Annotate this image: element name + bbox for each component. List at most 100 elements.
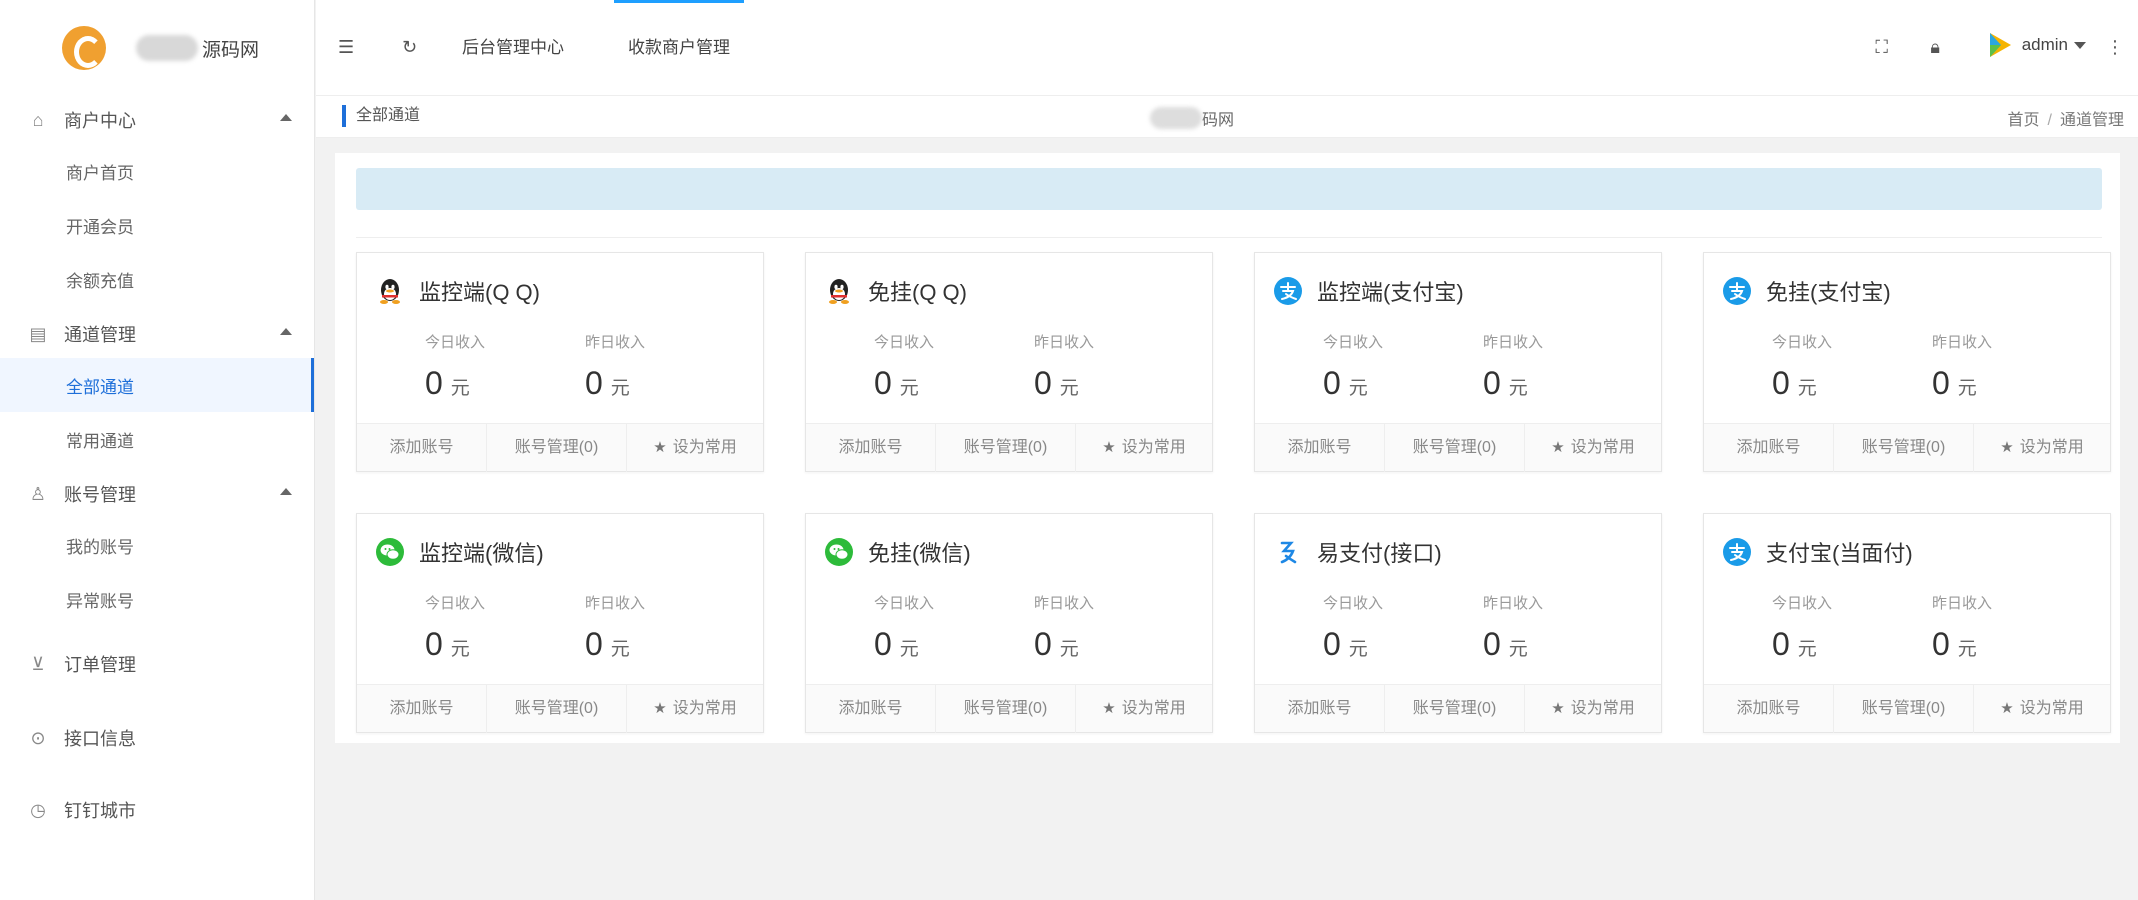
set-favorite-button[interactable]: ★ 设为常用 [627, 424, 763, 472]
card-title: 监控端(支付宝) [1273, 275, 1464, 307]
account-management-button[interactable]: 账号管理(0) [1834, 424, 1974, 472]
set-favorite-button[interactable]: ★ 设为常用 [1525, 424, 1661, 472]
set-favorite-button[interactable]: ★ 设为常用 [1076, 685, 1212, 733]
tab-admin-center[interactable]: 后台管理中心 [462, 0, 564, 96]
menu-item-recharge[interactable]: 余额充值 [0, 252, 314, 306]
channel-card: 监控端(Q Q) 今日收入 昨日收入 0 元 0 元添加账号 账号管理(0) ★ 设为常用 [356, 252, 764, 472]
menu-group-account[interactable]: ♙ 账号管理 [0, 470, 314, 518]
more-icon[interactable]: ⋮ [2106, 32, 2124, 62]
menu-group-channel[interactable]: ▤ 通道管理 [0, 310, 314, 358]
lock-icon[interactable]: 🔒︎ [1930, 32, 1940, 62]
clock-icon: ◷ [30, 800, 46, 820]
card-title-text: 监控端(Q Q) [419, 280, 540, 305]
yesterday-income-value: 0元 [1034, 626, 1079, 662]
card-actions: 添加账号 账号管理(0) ★ 设为常用 [1255, 684, 1661, 733]
chevron-up-icon [280, 488, 292, 495]
menu-group-city[interactable]: ◷ 钉钉城市 [0, 786, 314, 834]
today-income-label: 今日收入 [425, 334, 486, 351]
today-income-value: 0元 [425, 365, 470, 401]
add-account-button[interactable]: 添加账号 [1255, 685, 1385, 733]
set-favorite-button[interactable]: ★ 设为常用 [1974, 424, 2110, 472]
currency-unit: 元 [1797, 378, 1817, 399]
menu-item-all-channels[interactable]: 全部通道 [0, 358, 314, 412]
yesterday-income-value: 0元 [585, 626, 630, 662]
channel-icon: ▤ [29, 324, 47, 344]
channel-card: 支付宝(当面付) 今日收入 昨日收入 0 元 0 元添加账号 账号管理(0) ★ 设为常用 [1703, 513, 2111, 733]
breadcrumb-current: 通道管理 [2059, 112, 2124, 129]
star-icon: ★ [1102, 439, 1116, 456]
user-menu[interactable]: admin [1984, 30, 2086, 60]
qq-icon [824, 276, 854, 306]
menu-item-open-vip[interactable]: 开通会员 [0, 198, 314, 252]
channel-card: 免挂(Q Q) 今日收入 昨日收入 0 元 0 元添加账号 账号管理(0) ★ 设为常用 [805, 252, 1213, 472]
set-favorite-button[interactable]: ★ 设为常用 [627, 685, 763, 733]
yesterday-income-label: 昨日收入 [1034, 334, 1095, 351]
menu-group-orders[interactable]: ⊻ 订单管理 [0, 640, 314, 688]
logo-blurred-name [136, 35, 198, 61]
refresh-icon[interactable]: ↻ [402, 32, 417, 62]
add-account-button[interactable]: 添加账号 [1704, 685, 1834, 733]
account-management-button[interactable]: 账号管理(0) [487, 685, 627, 733]
channel-panel: 监控端(Q Q) 今日收入 昨日收入 0 元 0 元添加账号 账号管理(0) ★ 设为常用 免挂(Q… [335, 153, 2120, 743]
account-management-button[interactable]: 账号管理(0) [1385, 685, 1525, 733]
menu-group-merchant[interactable]: ⌂ 商户中心 [0, 96, 314, 144]
today-income-label: 今日收入 [874, 334, 935, 351]
tab-merchant-management[interactable]: 收款商户管理 [614, 0, 744, 96]
set-favorite-button[interactable]: ★ 设为常用 [1525, 685, 1661, 733]
today-income-label: 今日收入 [1323, 595, 1384, 612]
currency-unit: 元 [610, 378, 630, 399]
set-favorite-button[interactable]: ★ 设为常用 [1076, 424, 1212, 472]
currency-unit: 元 [450, 639, 470, 660]
card-title-text: 监控端(支付宝) [1317, 280, 1464, 305]
add-account-button[interactable]: 添加账号 [806, 685, 936, 733]
today-income-value: 0元 [1323, 365, 1368, 401]
menu-group-api[interactable]: ⊙ 接口信息 [0, 714, 314, 762]
channel-card: 监控端(支付宝) 今日收入 昨日收入 0 元 0 元添加账号 账号管理(0) ★ 设为常用 [1254, 252, 1662, 472]
menu-group-label: 接口信息 [64, 729, 136, 749]
add-account-button[interactable]: 添加账号 [357, 424, 487, 472]
star-icon: ★ [2000, 439, 2014, 456]
menu-item-my-accounts[interactable]: 我的账号 [0, 518, 314, 572]
sidebar: 源码网 ⌂ 商户中心 商户首页 开通会员 余额充值 ▤ 通道管理 全部通道 常用… [0, 0, 315, 900]
breadcrumb-bar: 全部通道 码网 首页 / 通道管理 [316, 96, 2138, 138]
logo[interactable]: 源码网 [0, 0, 314, 96]
currency-unit: 元 [610, 639, 630, 660]
add-account-button[interactable]: 添加账号 [806, 424, 936, 472]
card-title-text: 易支付(接口) [1317, 541, 1442, 566]
page-title: 全部通道 [342, 105, 420, 127]
menu-item-abnormal-accounts[interactable]: 异常账号 [0, 572, 314, 626]
account-management-button[interactable]: 账号管理(0) [1385, 424, 1525, 472]
add-account-button[interactable]: 添加账号 [1704, 424, 1834, 472]
set-favorite-button[interactable]: ★ 设为常用 [1974, 685, 2110, 733]
add-account-button[interactable]: 添加账号 [357, 685, 487, 733]
card-actions: 添加账号 账号管理(0) ★ 设为常用 [357, 423, 763, 472]
today-income-value: 0元 [1323, 626, 1368, 662]
yesterday-income-label: 昨日收入 [1932, 595, 1993, 612]
menu-group-label: 商户中心 [64, 111, 136, 131]
cart-icon: ⊻ [31, 654, 45, 674]
today-income-label: 今日收入 [425, 595, 486, 612]
account-management-button[interactable]: 账号管理(0) [1834, 685, 1974, 733]
breadcrumb-home[interactable]: 首页 [2008, 112, 2040, 129]
account-management-button[interactable]: 账号管理(0) [936, 424, 1076, 472]
channel-card: 免挂(微信) 今日收入 昨日收入 0 元 0 元添加账号 账号管理(0) ★ 设为常用 [805, 513, 1213, 733]
yesterday-income-label: 昨日收入 [1034, 595, 1095, 612]
menu-item-merchant-home[interactable]: 商户首页 [0, 144, 314, 198]
fullscreen-icon[interactable]: ⛶ [1875, 32, 1888, 62]
star-icon: ★ [2000, 700, 2014, 717]
account-management-button[interactable]: 账号管理(0) [936, 685, 1076, 733]
add-account-button[interactable]: 添加账号 [1255, 424, 1385, 472]
channel-card: 监控端(微信) 今日收入 昨日收入 0 元 0 元添加账号 账号管理(0) ★ 设为常用 [356, 513, 764, 733]
alipay-icon [1722, 537, 1752, 567]
menu-toggle-icon[interactable]: ☰ [338, 32, 354, 62]
header: ☰ ↻ 后台管理中心 收款商户管理 ⛶ 🔒︎ admin ⋮ [316, 0, 2138, 96]
star-icon: ★ [653, 439, 667, 456]
menu-group-label: 钉钉城市 [64, 801, 136, 821]
account-management-button[interactable]: 账号管理(0) [487, 424, 627, 472]
card-title: 易支付(接口) [1273, 536, 1442, 568]
star-icon: ★ [1551, 439, 1565, 456]
breadcrumb: 首页 / 通道管理 [2007, 112, 2124, 129]
menu-item-common-channels[interactable]: 常用通道 [0, 412, 314, 466]
card-title: 监控端(微信) [375, 536, 544, 568]
card-title-text: 监控端(微信) [419, 541, 544, 566]
